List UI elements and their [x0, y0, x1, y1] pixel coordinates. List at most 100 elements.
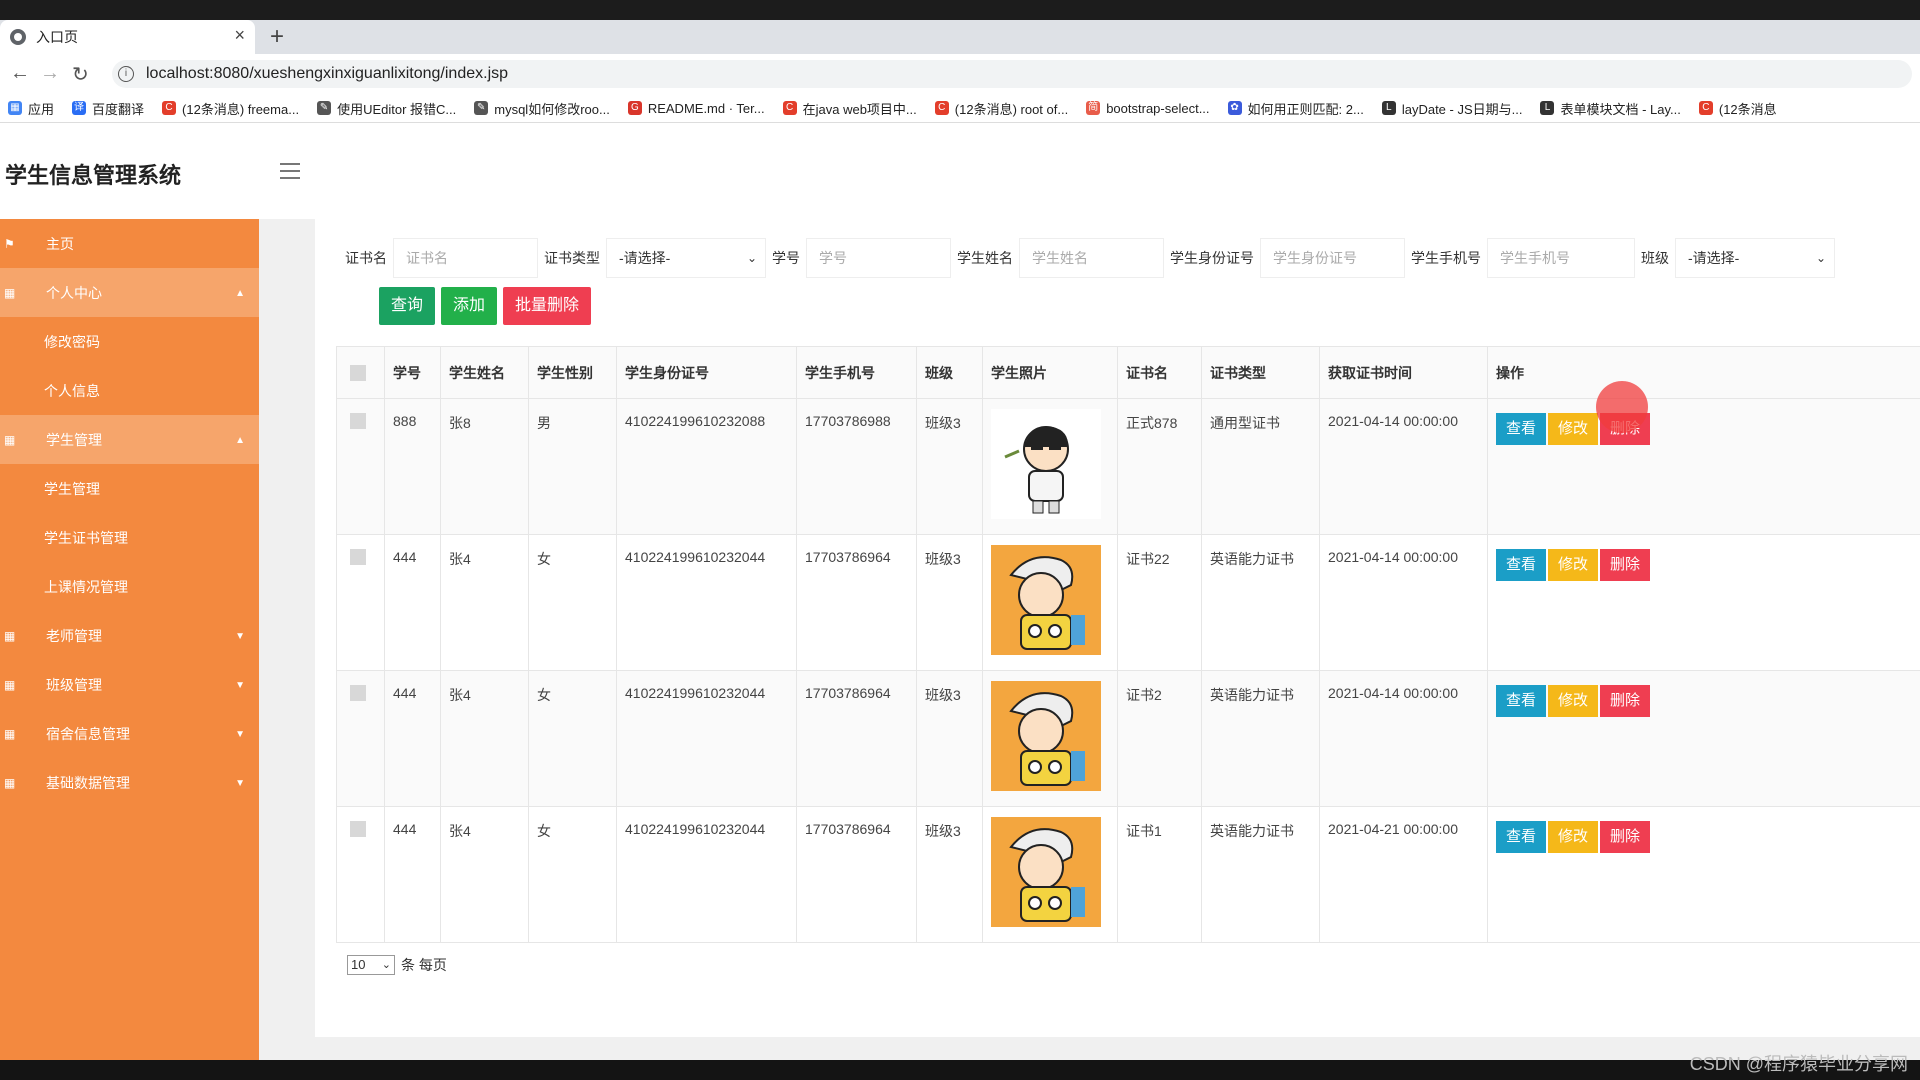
- sidebar-subitem[interactable]: 学生证书管理: [0, 513, 259, 562]
- sidebar-subitem[interactable]: 学生管理: [0, 464, 259, 513]
- row-checkbox[interactable]: [350, 685, 366, 701]
- page-size-suffix: 条 每页: [401, 957, 447, 973]
- view-button[interactable]: 查看: [1496, 413, 1547, 445]
- edit-button[interactable]: 修改: [1548, 413, 1599, 445]
- row-select-cell: [337, 671, 385, 806]
- delete-button[interactable]: 删除: [1600, 685, 1651, 717]
- student-name-input[interactable]: 学生姓名: [1019, 238, 1164, 278]
- column-header: 学生身份证号: [617, 347, 797, 398]
- menu-icon[interactable]: [280, 163, 300, 179]
- back-icon[interactable]: ←: [10, 62, 30, 85]
- caret-down-icon: ▼: [235, 729, 245, 740]
- chevron-down-icon: ⌄: [1815, 251, 1826, 265]
- cell-actions: 查看修改删除: [1488, 399, 1920, 534]
- bookmark-item[interactable]: C (12条消息: [1698, 99, 1777, 118]
- cell-gender: 男: [529, 399, 617, 534]
- cell-id-card: 410224199610232044: [617, 807, 797, 942]
- row-checkbox[interactable]: [350, 549, 366, 565]
- student-no-input[interactable]: 学号: [806, 238, 951, 278]
- caret-down-icon: ▼: [235, 631, 245, 642]
- bookmark-item[interactable]: LlayDate - JS日期与...: [1381, 99, 1522, 118]
- cell-id-card: 410224199610232044: [617, 671, 797, 806]
- cell-actions: 查看修改删除: [1488, 807, 1920, 942]
- table-body: 888 张8 男 410224199610232088 17703786988 班级3 正式…: [337, 399, 1920, 943]
- row-checkbox[interactable]: [350, 413, 366, 429]
- sidebar-group[interactable]: ▦ 个人中心 ▲: [0, 268, 259, 317]
- cell-cert: 证书2: [1118, 671, 1202, 806]
- sidebar-group[interactable]: ▦ 基础数据管理 ▼: [0, 758, 259, 807]
- browser-tab[interactable]: 入口页 ×: [0, 20, 255, 54]
- bookmark-item[interactable]: ✎ mysql如何修改roo...: [474, 99, 610, 118]
- bookmark-icon: C: [934, 101, 949, 115]
- chevron-down-icon: ⌄: [381, 959, 391, 971]
- bookmark-icon: C: [1698, 101, 1713, 115]
- student-photo: [983, 807, 1118, 942]
- view-button[interactable]: 查看: [1496, 549, 1547, 581]
- sidebar-group[interactable]: ▦ 学生管理 ▲: [0, 415, 259, 464]
- add-button[interactable]: 添加: [441, 287, 498, 325]
- bookmark-icon: 简: [1086, 101, 1101, 115]
- address-bar-row: ← → ↻ i localhost:8080/xueshengxinxiguan…: [0, 54, 1920, 94]
- id-card-input[interactable]: 学生身份证号: [1260, 238, 1405, 278]
- view-button[interactable]: 查看: [1496, 685, 1547, 717]
- page-size-select[interactable]: 10 ⌄: [347, 955, 395, 975]
- bookmark-icon: ✿: [1227, 101, 1242, 115]
- bookmarks-bar: ▦ 应用 译百度翻译 C (12条消息) freema... ✎ 使用UEditor 报错C…: [0, 94, 1920, 123]
- edit-button[interactable]: 修改: [1548, 821, 1599, 853]
- row-select-cell: [337, 399, 385, 534]
- bookmark-item[interactable]: 译百度翻译: [72, 99, 144, 118]
- cert-type-label: 证书类型: [544, 250, 600, 266]
- url-field[interactable]: i localhost:8080/xueshengxinxiguanlixito…: [112, 60, 1912, 88]
- phone-label: 学生手机号: [1411, 250, 1481, 266]
- batch-delete-button[interactable]: 批量删除: [503, 287, 592, 325]
- grid-icon: ▦: [4, 628, 16, 643]
- sidebar-subitem[interactable]: 修改密码: [0, 317, 259, 366]
- delete-button[interactable]: 删除: [1600, 549, 1651, 581]
- edit-button[interactable]: 修改: [1548, 549, 1599, 581]
- bookmark-item[interactable]: ✎ 使用UEditor 报错C...: [317, 99, 456, 118]
- cell-cert: 证书1: [1118, 807, 1202, 942]
- cert-type-select[interactable]: -请选择- ⌄: [606, 238, 766, 278]
- cell-name: 张8: [441, 399, 529, 534]
- row-checkbox[interactable]: [350, 821, 366, 837]
- select-all-cell: [337, 347, 385, 398]
- edit-button[interactable]: 修改: [1548, 685, 1599, 717]
- close-icon[interactable]: ×: [234, 25, 245, 46]
- bookmark-item[interactable]: L 表单模块文档 - Lay...: [1540, 99, 1681, 118]
- reload-icon[interactable]: ↻: [72, 62, 89, 87]
- class-select[interactable]: -请选择- ⌄: [1675, 238, 1835, 278]
- delete-button[interactable]: 删除: [1600, 821, 1651, 853]
- forward-icon[interactable]: →: [40, 62, 60, 85]
- caret-up-icon: ▲: [235, 435, 245, 446]
- sidebar-group[interactable]: ▦ 老师管理 ▼: [0, 611, 259, 660]
- cell-class: 班级3: [917, 399, 983, 534]
- bookmark-item[interactable]: G README.md · Ter...: [627, 101, 765, 116]
- view-button[interactable]: 查看: [1496, 821, 1547, 853]
- sidebar-item-home[interactable]: ⚑ 主页: [0, 219, 259, 268]
- sidebar-group[interactable]: ▦ 宿舍信息管理 ▼: [0, 709, 259, 758]
- cell-cert-type: 英语能力证书: [1202, 671, 1320, 806]
- bookmark-item[interactable]: C (12条消息) root of...: [934, 99, 1068, 118]
- query-button[interactable]: 查询: [379, 287, 436, 325]
- bookmark-item[interactable]: ▦ 应用: [8, 99, 54, 118]
- bookmark-item[interactable]: 简 bootstrap-select...: [1086, 101, 1210, 116]
- class-label: 班级: [1641, 250, 1669, 266]
- photo-image: [991, 817, 1101, 927]
- phone-input[interactable]: 学生手机号: [1487, 238, 1635, 278]
- cell-time: 2021-04-14 00:00:00: [1320, 671, 1488, 806]
- new-tab-button[interactable]: +: [270, 20, 284, 54]
- sidebar-subitem[interactable]: 上课情况管理: [0, 562, 259, 611]
- cert-name-input[interactable]: 证书名: [393, 238, 538, 278]
- bookmark-item[interactable]: C 在java web项目中...: [782, 99, 917, 118]
- bookmark-item[interactable]: ✿ 如何用正则匹配: 2...: [1227, 99, 1364, 118]
- bookmark-label: 百度翻译: [92, 101, 145, 117]
- bookmark-label: mysql如何修改roo...: [494, 101, 610, 117]
- bookmark-label: 表单模块文档 - Lay...: [1560, 101, 1681, 117]
- grid-icon: ▦: [4, 432, 16, 447]
- sidebar-subitem[interactable]: 个人信息: [0, 366, 259, 415]
- info-icon[interactable]: i: [118, 66, 134, 82]
- sidebar-group[interactable]: ▦ 班级管理 ▼: [0, 660, 259, 709]
- cell-class: 班级3: [917, 671, 983, 806]
- select-all-checkbox[interactable]: [350, 364, 366, 381]
- bookmark-item[interactable]: C (12条消息) freema...: [162, 99, 299, 118]
